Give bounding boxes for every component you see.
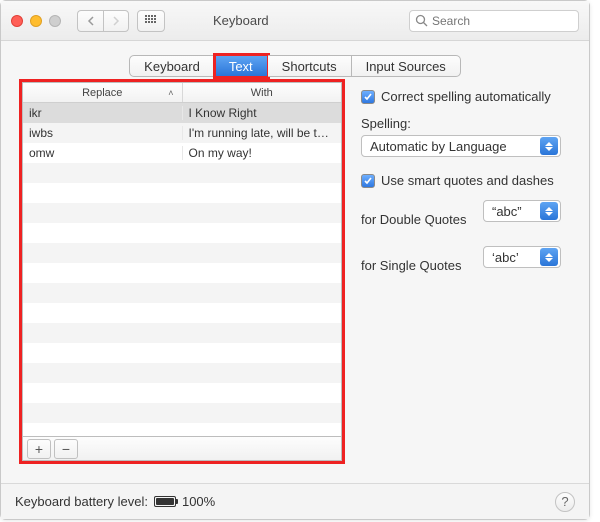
traffic-lights [11, 15, 61, 27]
cell-with: On my way! [183, 146, 342, 160]
table-row[interactable] [23, 343, 341, 363]
cell-with: I'm running late, will be the... [183, 126, 342, 140]
pane-body: Replace ˄ With ikr I Know Right iwbs I'm… [1, 79, 589, 481]
tab-segment: Keyboard Text Shortcuts Input Sources [129, 55, 461, 77]
dropdown-arrows-icon [540, 137, 558, 155]
col-with-label: With [251, 87, 273, 99]
forward-button[interactable] [103, 10, 129, 32]
double-quotes-select[interactable]: “abc” [483, 200, 561, 222]
table-row[interactable] [23, 403, 341, 423]
dropdown-arrows-icon [540, 248, 558, 266]
chevron-right-icon [112, 16, 120, 26]
cell-replace: ikr [23, 106, 183, 120]
titlebar: Keyboard [1, 1, 589, 41]
replacements-table[interactable]: Replace ˄ With ikr I Know Right iwbs I'm… [22, 82, 342, 437]
table-row[interactable] [23, 243, 341, 263]
table-row[interactable] [23, 423, 341, 436]
table-row[interactable] [23, 203, 341, 223]
table-row[interactable]: omw On my way! [23, 143, 341, 163]
double-quotes-row: for Double Quotes “abc” [361, 200, 571, 238]
replacements-panel: Replace ˄ With ikr I Know Right iwbs I'm… [19, 79, 345, 464]
add-button[interactable]: + [27, 439, 51, 459]
table-row[interactable]: iwbs I'm running late, will be the... [23, 123, 341, 143]
spelling-label: Spelling: [361, 116, 571, 131]
help-button[interactable]: ? [555, 492, 575, 512]
checkbox-checked-icon[interactable] [361, 174, 375, 188]
tab-input-sources[interactable]: Input Sources [352, 55, 461, 77]
cell-replace: omw [23, 146, 183, 160]
single-quotes-row: for Single Quotes ‘abc’ [361, 246, 571, 284]
table-row[interactable] [23, 163, 341, 183]
table-row[interactable] [23, 283, 341, 303]
double-quotes-label: for Double Quotes [361, 212, 473, 227]
sort-indicator-icon: ˄ [168, 88, 173, 98]
minimize-icon[interactable] [30, 15, 42, 27]
window-title: Keyboard [213, 13, 269, 28]
correct-spelling-label: Correct spelling automatically [381, 89, 551, 104]
cell-replace: iwbs [23, 126, 183, 140]
single-quotes-value: ‘abc’ [492, 250, 519, 265]
smart-quotes-label: Use smart quotes and dashes [381, 173, 554, 188]
table-row[interactable]: ikr I Know Right [23, 103, 341, 123]
maximize-icon[interactable] [49, 15, 61, 27]
table-body: ikr I Know Right iwbs I'm running late, … [23, 103, 341, 436]
tab-keyboard[interactable]: Keyboard [129, 55, 215, 77]
table-header: Replace ˄ With [23, 83, 341, 103]
correct-spelling-row[interactable]: Correct spelling automatically [361, 89, 571, 104]
table-row[interactable] [23, 303, 341, 323]
cell-with: I Know Right [183, 106, 342, 120]
table-row[interactable] [23, 223, 341, 243]
single-quotes-label: for Single Quotes [361, 258, 473, 273]
dropdown-arrows-icon [540, 202, 558, 220]
table-row[interactable] [23, 263, 341, 283]
show-all-button[interactable] [137, 10, 165, 32]
grid-icon [145, 15, 157, 27]
spelling-select[interactable]: Automatic by Language [361, 135, 561, 157]
footer: Keyboard battery level: 100% ? [1, 483, 589, 519]
chevron-left-icon [87, 16, 95, 26]
table-row[interactable] [23, 183, 341, 203]
battery-label: Keyboard battery level: [15, 494, 148, 509]
single-quotes-select[interactable]: ‘abc’ [483, 246, 561, 268]
options-panel: Correct spelling automatically Spelling:… [361, 79, 571, 481]
battery-icon [154, 496, 176, 507]
back-button[interactable] [77, 10, 103, 32]
close-icon[interactable] [11, 15, 23, 27]
table-row[interactable] [23, 323, 341, 343]
table-row[interactable] [23, 363, 341, 383]
search-wrap [409, 10, 579, 32]
nav-buttons [77, 10, 129, 32]
col-with[interactable]: With [183, 83, 342, 102]
table-row[interactable] [23, 383, 341, 403]
battery-percent: 100% [182, 494, 215, 509]
remove-button[interactable]: − [54, 439, 78, 459]
col-replace[interactable]: Replace ˄ [23, 83, 183, 102]
checkbox-checked-icon[interactable] [361, 90, 375, 104]
double-quotes-value: “abc” [492, 204, 522, 219]
search-input[interactable] [409, 10, 579, 32]
battery-status: Keyboard battery level: 100% [15, 494, 215, 509]
tab-text[interactable]: Text [215, 55, 268, 77]
search-icon [415, 14, 428, 27]
col-replace-label: Replace [82, 87, 122, 99]
preferences-window: Keyboard Keyboard Text Shortcuts Input S… [0, 0, 590, 520]
tab-shortcuts[interactable]: Shortcuts [268, 55, 352, 77]
table-footer: + − [22, 437, 342, 461]
smart-quotes-row[interactable]: Use smart quotes and dashes [361, 173, 571, 188]
spelling-value: Automatic by Language [370, 139, 507, 154]
